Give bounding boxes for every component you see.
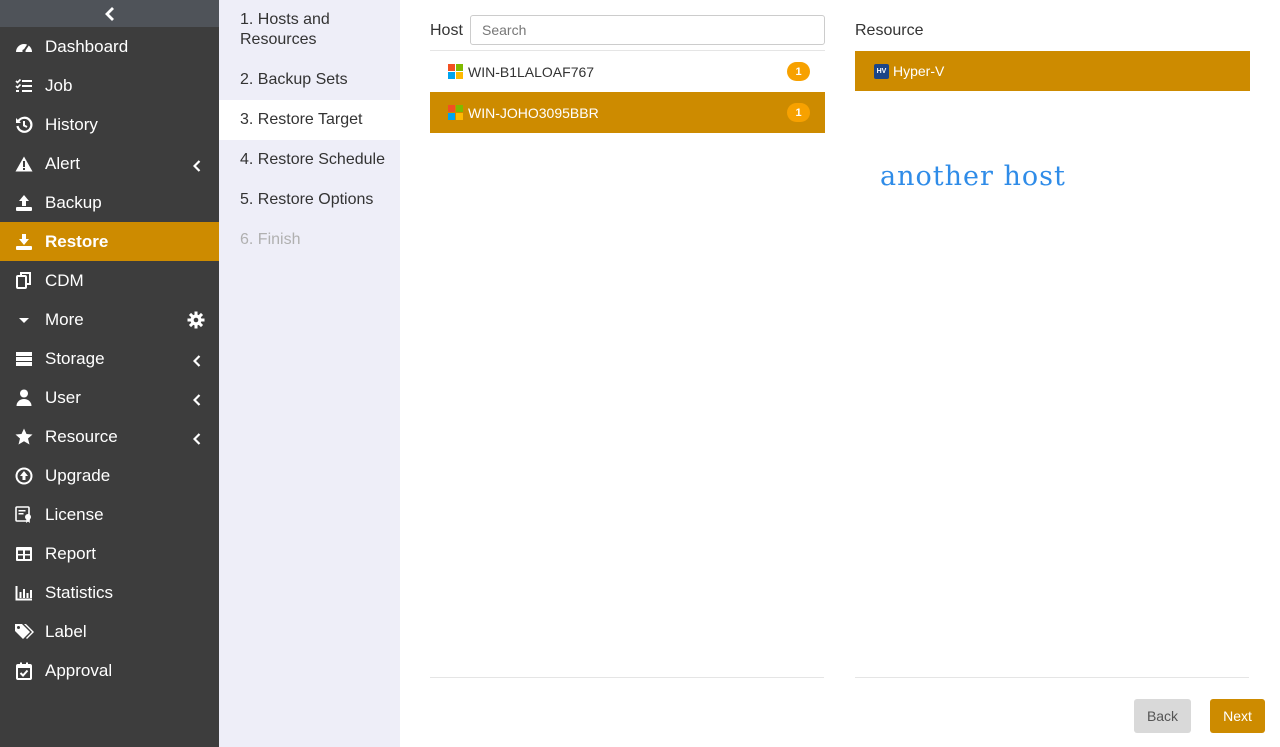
caret-down-icon — [0, 315, 45, 325]
host-panel-title: Host — [430, 22, 463, 39]
host-list-item[interactable]: WIN-JOHO3095BBR 1 — [430, 92, 825, 133]
sidebar-item-more[interactable]: More — [0, 300, 219, 339]
next-button[interactable]: Next — [1210, 699, 1265, 733]
back-button[interactable]: Back — [1134, 699, 1191, 733]
storage-icon — [0, 351, 45, 367]
wizard-steps: 1. Hosts and Resources 2. Backup Sets 3. R… — [219, 0, 400, 747]
sidebar-item-label: Statistics — [45, 582, 114, 602]
windows-icon — [448, 64, 463, 79]
star-icon — [0, 428, 45, 445]
sidebar-item-label: License — [45, 504, 104, 524]
hyper-v-icon: HV — [874, 63, 889, 79]
statistics-icon — [0, 585, 45, 601]
backup-icon — [0, 194, 45, 211]
sidebar-item-label: Job — [45, 75, 73, 95]
nav-list: Dashboard Job History Alert Backup Restore CDM… — [0, 27, 219, 690]
sidebar-item-label: CDM — [45, 270, 84, 290]
chevron-left-icon — [192, 157, 201, 177]
sidebar: Dashboard Job History Alert Backup Restore CDM… — [0, 0, 219, 747]
sidebar-item-statistics[interactable]: Statistics — [0, 573, 219, 612]
resource-count-badge: 1 — [787, 103, 810, 122]
host-list-item[interactable]: WIN-B1LALOAF767 1 — [430, 51, 825, 92]
sidebar-item-cdm[interactable]: CDM — [0, 261, 219, 300]
sidebar-item-storage[interactable]: Storage — [0, 339, 219, 378]
sidebar-item-job[interactable]: Job — [0, 66, 219, 105]
restore-icon — [0, 233, 45, 250]
wizard-step-3[interactable]: 3. Restore Target — [219, 100, 400, 140]
windows-icon — [448, 105, 463, 120]
resource-item-label: Hyper-V — [893, 63, 945, 79]
sidebar-item-label[interactable]: Label — [0, 612, 219, 651]
upgrade-icon — [0, 467, 45, 485]
host-list: WIN-B1LALOAF767 1 WIN-JOHO3095BBR 1 — [430, 50, 825, 133]
chevron-left-icon — [192, 391, 201, 411]
wizard-step-4[interactable]: 4. Restore Schedule — [219, 140, 400, 180]
sidebar-item-user[interactable]: User — [0, 378, 219, 417]
sidebar-item-label: Backup — [45, 192, 102, 212]
wizard-step-5[interactable]: 5. Restore Options — [219, 180, 400, 220]
sidebar-collapse-button[interactable] — [0, 0, 219, 27]
divider — [855, 677, 1249, 678]
resource-item[interactable]: HV Hyper-V — [855, 51, 1250, 91]
history-icon — [0, 116, 45, 134]
sidebar-item-label: History — [45, 114, 98, 134]
job-list-icon — [0, 78, 45, 94]
sidebar-item-restore[interactable]: Restore — [0, 222, 219, 261]
host-name: WIN-JOHO3095BBR — [468, 104, 599, 121]
chevron-left-icon — [104, 6, 114, 21]
resource-panel: Resource HV Hyper-V another host — [855, 0, 1250, 747]
sidebar-item-label: Report — [45, 543, 97, 563]
sidebar-item-label: Restore — [45, 231, 109, 251]
sidebar-item-approval[interactable]: Approval — [0, 651, 219, 690]
sidebar-item-label: Dashboard — [45, 36, 129, 56]
annotation-text: another host — [880, 161, 1066, 192]
host-search-input[interactable] — [470, 15, 825, 45]
sidebar-item-report[interactable]: Report — [0, 534, 219, 573]
host-name: WIN-B1LALOAF767 — [468, 63, 595, 80]
sidebar-item-dashboard[interactable]: Dashboard — [0, 27, 219, 66]
wizard-step-6: 6. Finish — [240, 231, 301, 248]
chevron-left-icon — [192, 430, 201, 450]
host-panel: Host WIN-B1LALOAF767 1 WIN-JOHO3095BBR 1 — [430, 0, 825, 747]
user-icon — [0, 389, 45, 406]
sidebar-item-history[interactable]: History — [0, 105, 219, 144]
sidebar-item-backup[interactable]: Backup — [0, 183, 219, 222]
report-icon — [0, 546, 45, 562]
dashboard-icon — [0, 39, 45, 55]
cdm-icon — [0, 272, 45, 289]
resource-panel-title: Resource — [855, 22, 924, 39]
wizard-step-1[interactable]: 1. Hosts and Resources — [219, 0, 400, 60]
sidebar-item-resource[interactable]: Resource — [0, 417, 219, 456]
tags-icon — [0, 623, 45, 640]
wizard-step-2[interactable]: 2. Backup Sets — [219, 60, 400, 100]
sidebar-item-label: Upgrade — [45, 465, 111, 485]
sidebar-item-label: Label — [45, 621, 87, 641]
divider — [430, 677, 824, 678]
license-icon — [0, 506, 45, 523]
sidebar-item-upgrade[interactable]: Upgrade — [0, 456, 219, 495]
sidebar-item-alert[interactable]: Alert — [0, 144, 219, 183]
chevron-left-icon — [192, 352, 201, 372]
resource-count-badge: 1 — [787, 62, 810, 81]
gear-icon[interactable] — [187, 311, 205, 334]
alert-icon — [0, 156, 45, 172]
sidebar-item-license[interactable]: License — [0, 495, 219, 534]
sidebar-item-label: Approval — [45, 660, 113, 680]
approval-icon — [0, 662, 45, 680]
